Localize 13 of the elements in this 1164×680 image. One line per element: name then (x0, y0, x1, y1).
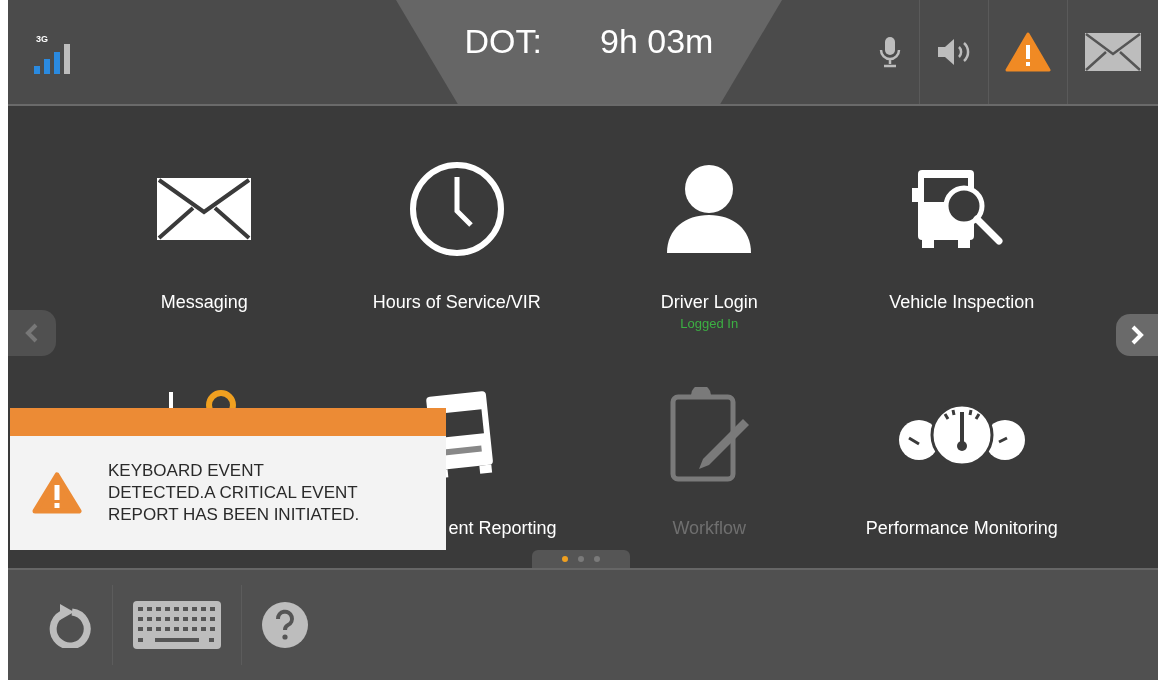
tile-label: ent Reporting (447, 517, 557, 540)
tile-label: Driver Login (660, 291, 758, 314)
tile-label: Vehicle Inspection (889, 291, 1035, 314)
dot-label: DOT: (464, 21, 542, 62)
dot-time: 9h 03m (600, 21, 714, 62)
tile-status: Logged In (680, 315, 739, 333)
tile-label: Messaging (160, 291, 248, 314)
network-label: 3G (36, 34, 48, 44)
tile-label: Performance Monitoring (865, 517, 1058, 540)
tile-label: Hours of Service/VIR (372, 291, 541, 314)
alert-message-line: REPORT HAS BEEN INITIATED. (108, 504, 360, 526)
alert-message-line: KEYBOARD EVENT (108, 460, 265, 482)
alert-message-line: DETECTED.A CRITICAL EVENT (108, 482, 359, 504)
